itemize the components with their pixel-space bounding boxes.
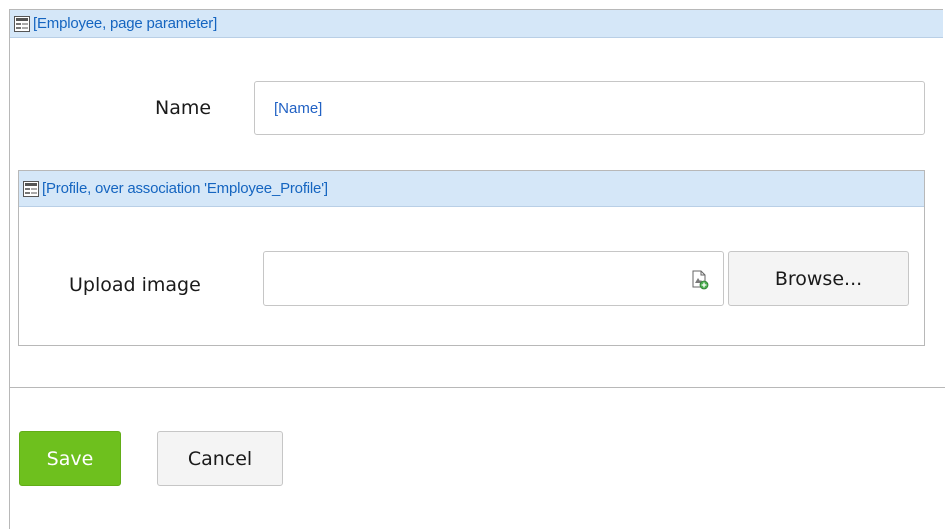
name-input-value: [Name] [274,99,323,117]
name-input[interactable]: [Name] [254,81,925,135]
dataview-icon [14,15,30,32]
save-button[interactable]: Save [19,431,121,486]
employee-dataview-title: [Employee, page parameter] [33,15,218,32]
employee-dataview-header: [Employee, page parameter] [10,10,943,38]
upload-image-label: Upload image [69,274,201,296]
profile-dataview-header: [Profile, over association 'Employee_Pro… [19,171,924,207]
cancel-button[interactable]: Cancel [157,431,283,486]
file-upload-icon[interactable] [691,270,709,290]
browse-button[interactable]: Browse... [728,251,909,306]
dataview-icon [23,180,39,197]
footer-divider [10,387,945,388]
upload-image-input[interactable] [263,251,724,306]
profile-dataview-title: [Profile, over association 'Employee_Pro… [42,180,328,197]
name-label: Name [155,97,212,119]
